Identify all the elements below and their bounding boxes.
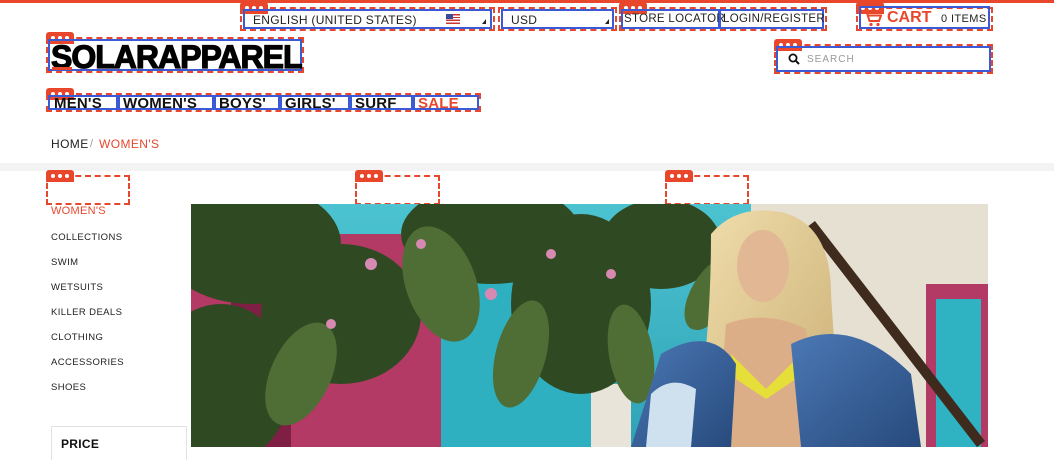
us-flag-icon: [446, 14, 460, 24]
edit-handle-icon[interactable]: [355, 170, 383, 182]
shopping-cart-icon: [864, 12, 883, 27]
hero-photo: [191, 204, 988, 447]
sidebar-item-collections[interactable]: COLLECTIONS: [51, 232, 122, 243]
store-locator-link[interactable]: STORE LOCATOR: [621, 9, 725, 29]
content-block-edit-region: [665, 170, 749, 205]
nav-item-label: GIRLS': [285, 95, 336, 112]
edit-handle-icon[interactable]: [665, 170, 693, 182]
sidebar-item-accessories[interactable]: ACCESSORIES: [51, 357, 124, 368]
login-register-label: LOGIN/REGISTER: [723, 13, 825, 25]
nav-item-boys[interactable]: BOYS': [214, 95, 280, 112]
category-sidebar: WOMEN'S COLLECTIONS SWIM WETSUITS KILLER…: [51, 205, 181, 405]
logo-text: SOLARAPPAREL: [50, 39, 303, 75]
cart-item-count: 0 ITEMS: [941, 13, 987, 25]
price-filter-heading: PRICE: [61, 437, 100, 451]
store-locator-label: STORE LOCATOR: [624, 13, 726, 25]
nav-item-mens[interactable]: MEN'S: [48, 95, 118, 112]
search-placeholder: SEARCH: [807, 54, 855, 65]
nav-item-label: WOMEN'S: [123, 95, 198, 112]
currency-select-value: USD: [511, 13, 538, 27]
nav-item-sale[interactable]: SALE: [413, 95, 479, 112]
dropdown-caret-icon: [482, 19, 486, 24]
search-icon: [788, 53, 800, 65]
edit-mode-top-strip: [0, 0, 1054, 3]
logo-accent-mark: [52, 67, 72, 70]
nav-item-label: BOYS': [219, 95, 267, 112]
cart-label: CART: [887, 9, 932, 26]
nav-item-label: SURF: [355, 95, 397, 112]
breadcrumb-current: WOMEN'S: [99, 137, 160, 151]
nav-item-label: SALE: [418, 95, 459, 112]
nav-item-label: MEN'S: [54, 95, 102, 112]
login-register-link[interactable]: LOGIN/REGISTER: [719, 9, 825, 29]
site-logo[interactable]: SOLARAPPAREL: [48, 39, 303, 75]
language-select[interactable]: ENGLISH (UNITED STATES): [243, 9, 492, 29]
currency-select[interactable]: USD: [501, 9, 614, 29]
content-block-edit-region: [46, 170, 130, 205]
sidebar-item-killer-deals[interactable]: KILLER DEALS: [51, 307, 122, 318]
nav-item-womens[interactable]: WOMEN'S: [118, 95, 214, 112]
search-input[interactable]: SEARCH: [776, 46, 991, 72]
language-select-value: ENGLISH (UNITED STATES): [253, 13, 417, 27]
sidebar-item-clothing[interactable]: CLOTHING: [51, 332, 103, 343]
content-block-edit-region: [355, 170, 440, 205]
price-filter[interactable]: PRICE: [51, 426, 187, 460]
nav-item-girls[interactable]: GIRLS': [280, 95, 350, 112]
breadcrumb: HOME / WOMEN'S: [51, 137, 251, 153]
sidebar-item-shoes[interactable]: SHOES: [51, 382, 86, 393]
hero-banner-image: [191, 204, 988, 447]
breadcrumb-home-link[interactable]: HOME: [51, 137, 89, 151]
nav-item-surf[interactable]: SURF: [350, 95, 413, 112]
cart-link[interactable]: CART 0 ITEMS: [859, 6, 990, 29]
breadcrumb-separator: /: [90, 138, 94, 150]
edit-handle-icon[interactable]: [46, 170, 74, 182]
sidebar-item-swim[interactable]: SWIM: [51, 257, 78, 268]
dropdown-caret-icon: [605, 19, 609, 24]
sidebar-heading[interactable]: WOMEN'S: [51, 205, 106, 217]
section-divider: [0, 163, 1054, 171]
sidebar-item-wetsuits[interactable]: WETSUITS: [51, 282, 103, 293]
